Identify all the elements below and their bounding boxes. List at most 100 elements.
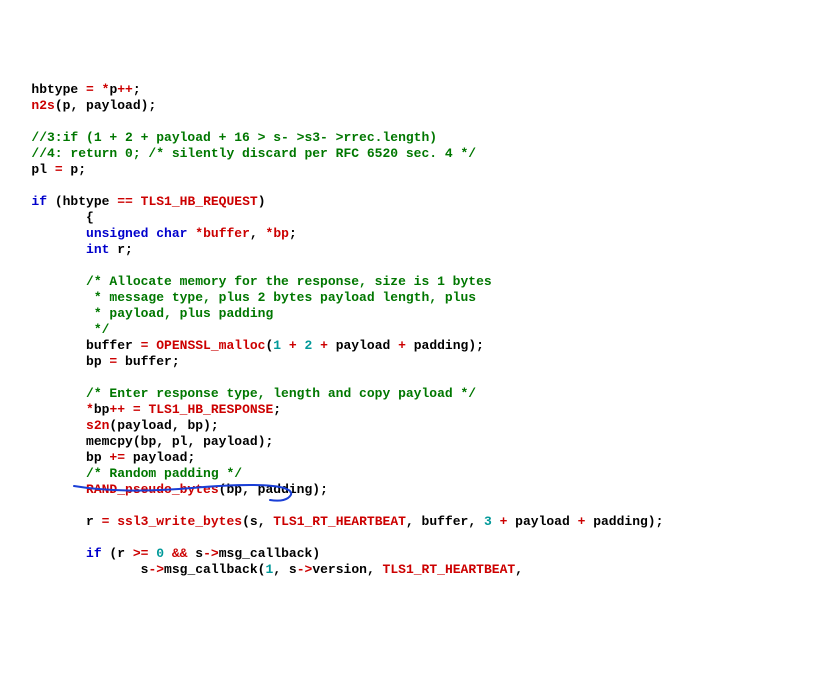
punct: ; xyxy=(78,162,86,177)
ident: bp xyxy=(187,418,203,433)
op: = xyxy=(94,514,117,529)
punct: ) xyxy=(468,338,476,353)
code-line: //4: return 0; /* silently discard per R… xyxy=(8,146,476,161)
punct: ; xyxy=(133,82,141,97)
fn: ssl3_write_bytes xyxy=(117,514,242,529)
op: ++ xyxy=(117,82,133,97)
punct: , xyxy=(515,562,523,577)
punct: ( xyxy=(47,194,63,209)
ident: payload xyxy=(515,514,570,529)
ident: msg_callback xyxy=(164,562,258,577)
punct: , xyxy=(468,514,484,529)
ident: pl xyxy=(172,434,188,449)
ident: buffer xyxy=(125,354,172,369)
code-line: * payload, plus padding xyxy=(8,306,273,321)
code-line: memcpy(bp, pl, payload); xyxy=(8,434,273,449)
fn: RAND_pseudo_bytes xyxy=(86,482,219,497)
punct: ( xyxy=(242,514,250,529)
punct: ) xyxy=(203,418,211,433)
op: == xyxy=(109,194,140,209)
code-line: hbtype = *p++; xyxy=(8,82,141,97)
macro: TLS1_HB_REQUEST xyxy=(141,194,258,209)
punct: , xyxy=(273,562,289,577)
punct: , xyxy=(258,514,274,529)
code-line: bp += payload; xyxy=(8,450,195,465)
punct: , xyxy=(70,98,86,113)
op: = xyxy=(102,354,125,369)
fn: memcpy xyxy=(86,434,133,449)
code-line: pl = p; xyxy=(8,162,86,177)
kw: unsigned xyxy=(86,226,148,241)
code-line: s->msg_callback(1, s->version, TLS1_RT_H… xyxy=(8,562,523,577)
punct: ; xyxy=(172,354,180,369)
ident: hbtype xyxy=(31,82,78,97)
kw: if xyxy=(31,194,47,209)
ident: s xyxy=(289,562,297,577)
kw: char xyxy=(156,226,187,241)
ident: payload xyxy=(336,338,391,353)
code-line: n2s(p, payload); xyxy=(8,98,156,113)
punct: ) xyxy=(258,194,266,209)
ident: payload xyxy=(86,98,141,113)
kw: int xyxy=(86,242,109,257)
op: = xyxy=(47,162,70,177)
ident: buffer xyxy=(422,514,469,529)
op: + xyxy=(570,514,593,529)
ident: payload xyxy=(203,434,258,449)
code-line: { xyxy=(8,210,94,225)
punct: , xyxy=(242,482,258,497)
comment: /* Random padding */ xyxy=(86,466,242,481)
code-line: */ xyxy=(8,322,109,337)
punct: , xyxy=(250,226,266,241)
punct: ; xyxy=(656,514,664,529)
code-line: r = ssl3_write_bytes(s, TLS1_RT_HEARTBEA… xyxy=(8,514,663,529)
num: 1 xyxy=(265,562,273,577)
punct: ; xyxy=(289,226,297,241)
punct: ( xyxy=(55,98,63,113)
code-line: unsigned char *buffer, *bp; xyxy=(8,226,297,241)
punct: ) xyxy=(648,514,656,529)
punct: ; xyxy=(273,402,281,417)
op: = xyxy=(133,338,156,353)
ident: hbtype xyxy=(63,194,110,209)
code-line: * message type, plus 2 bytes payload len… xyxy=(8,290,476,305)
punct: , xyxy=(156,434,172,449)
op: -> xyxy=(148,562,164,577)
punct: { xyxy=(86,210,94,225)
ident: padding xyxy=(593,514,648,529)
comment: * message type, plus 2 bytes payload len… xyxy=(86,290,476,305)
ident: buffer xyxy=(203,226,250,241)
code-line: buffer = OPENSSL_malloc(1 + 2 + payload … xyxy=(8,338,484,353)
comment: */ xyxy=(86,322,109,337)
ident: bp xyxy=(273,226,289,241)
code-line: bp = buffer; xyxy=(8,354,180,369)
punct: ; xyxy=(211,418,219,433)
punct: ; xyxy=(476,338,484,353)
punct: , xyxy=(172,418,188,433)
code-line: int r; xyxy=(8,242,133,257)
code-line: /* Allocate memory for the response, siz… xyxy=(8,274,492,289)
op: = xyxy=(78,82,101,97)
punct: ; xyxy=(125,242,133,257)
ident: s xyxy=(141,562,149,577)
code-line: //3:if (1 + 2 + payload + 16 > s- >s3- >… xyxy=(8,130,437,145)
op: + xyxy=(492,514,515,529)
ident: padding xyxy=(414,338,469,353)
code-line: /* Enter response type, length and copy … xyxy=(8,386,476,401)
comment: * payload, plus padding xyxy=(86,306,273,321)
ident: bp xyxy=(86,450,102,465)
punct: ; xyxy=(320,482,328,497)
ident: padding xyxy=(258,482,313,497)
ident: payload xyxy=(133,450,188,465)
punct: ) xyxy=(258,434,266,449)
op: ++ xyxy=(109,402,125,417)
ident: bp xyxy=(86,354,102,369)
punct: ; xyxy=(187,450,195,465)
op: + xyxy=(390,338,413,353)
punct: ( xyxy=(258,562,266,577)
op: * xyxy=(195,226,203,241)
punct: , xyxy=(187,434,203,449)
num: 3 xyxy=(484,514,492,529)
comment: //4: return 0; /* silently discard per R… xyxy=(31,146,476,161)
comment: //3:if (1 + 2 + payload + 16 > s- >s3- >… xyxy=(31,130,437,145)
